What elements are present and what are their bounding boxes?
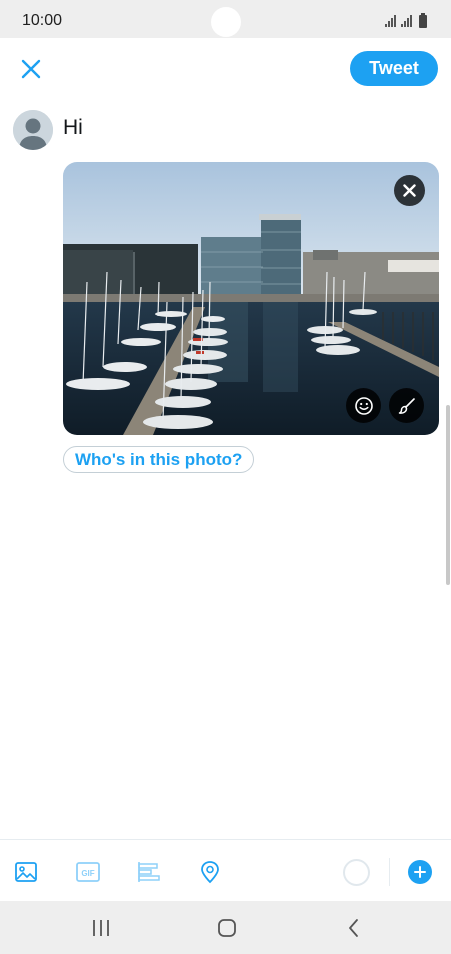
signal-icon	[401, 15, 412, 27]
recent-apps-icon	[93, 920, 109, 936]
close-icon	[21, 59, 41, 79]
edit-photo-button[interactable]	[389, 388, 424, 423]
harbor-photo	[63, 162, 439, 435]
compose-toolbar: GIF	[0, 839, 451, 901]
back-icon	[349, 919, 358, 937]
status-time: 10:00	[22, 12, 63, 29]
plus-icon	[414, 866, 426, 878]
brush-icon	[398, 397, 415, 414]
location-icon	[201, 861, 219, 884]
add-location-button[interactable]	[196, 858, 224, 886]
avatar[interactable]	[13, 110, 53, 150]
svg-text:GIF: GIF	[81, 869, 94, 878]
tweet-text-input[interactable]: Hi	[63, 116, 83, 140]
scrollbar[interactable]	[446, 405, 450, 585]
gif-icon: GIF	[76, 862, 100, 882]
add-tweet-button[interactable]	[408, 860, 432, 884]
add-image-button[interactable]	[12, 858, 40, 886]
poll-icon	[138, 862, 160, 882]
status-icons	[385, 13, 433, 29]
tweet-button[interactable]: Tweet	[350, 51, 438, 86]
tag-people-button[interactable]: Who's in this photo?	[63, 446, 255, 473]
camera-cutout	[211, 7, 241, 37]
status-bar: 10:00	[0, 0, 451, 38]
system-navigation-bar	[0, 901, 451, 954]
remove-photo-button[interactable]	[394, 175, 425, 206]
default-avatar-icon	[13, 110, 53, 150]
back-button[interactable]	[342, 916, 366, 940]
character-counter	[343, 859, 370, 886]
image-icon	[15, 862, 37, 882]
signal-icon	[385, 15, 396, 27]
battery-icon	[419, 13, 427, 28]
recent-apps-button[interactable]	[89, 916, 113, 940]
add-poll-button[interactable]	[135, 858, 163, 886]
close-icon	[403, 184, 416, 197]
compose-header: Tweet	[0, 38, 451, 98]
toolbar-divider	[389, 858, 390, 886]
close-button[interactable]	[16, 54, 46, 84]
sticker-button[interactable]	[346, 388, 381, 423]
home-icon	[218, 919, 236, 937]
add-gif-button[interactable]: GIF	[74, 858, 102, 886]
home-button[interactable]	[215, 916, 239, 940]
attached-photo[interactable]	[63, 162, 439, 435]
smiley-icon	[354, 396, 373, 415]
